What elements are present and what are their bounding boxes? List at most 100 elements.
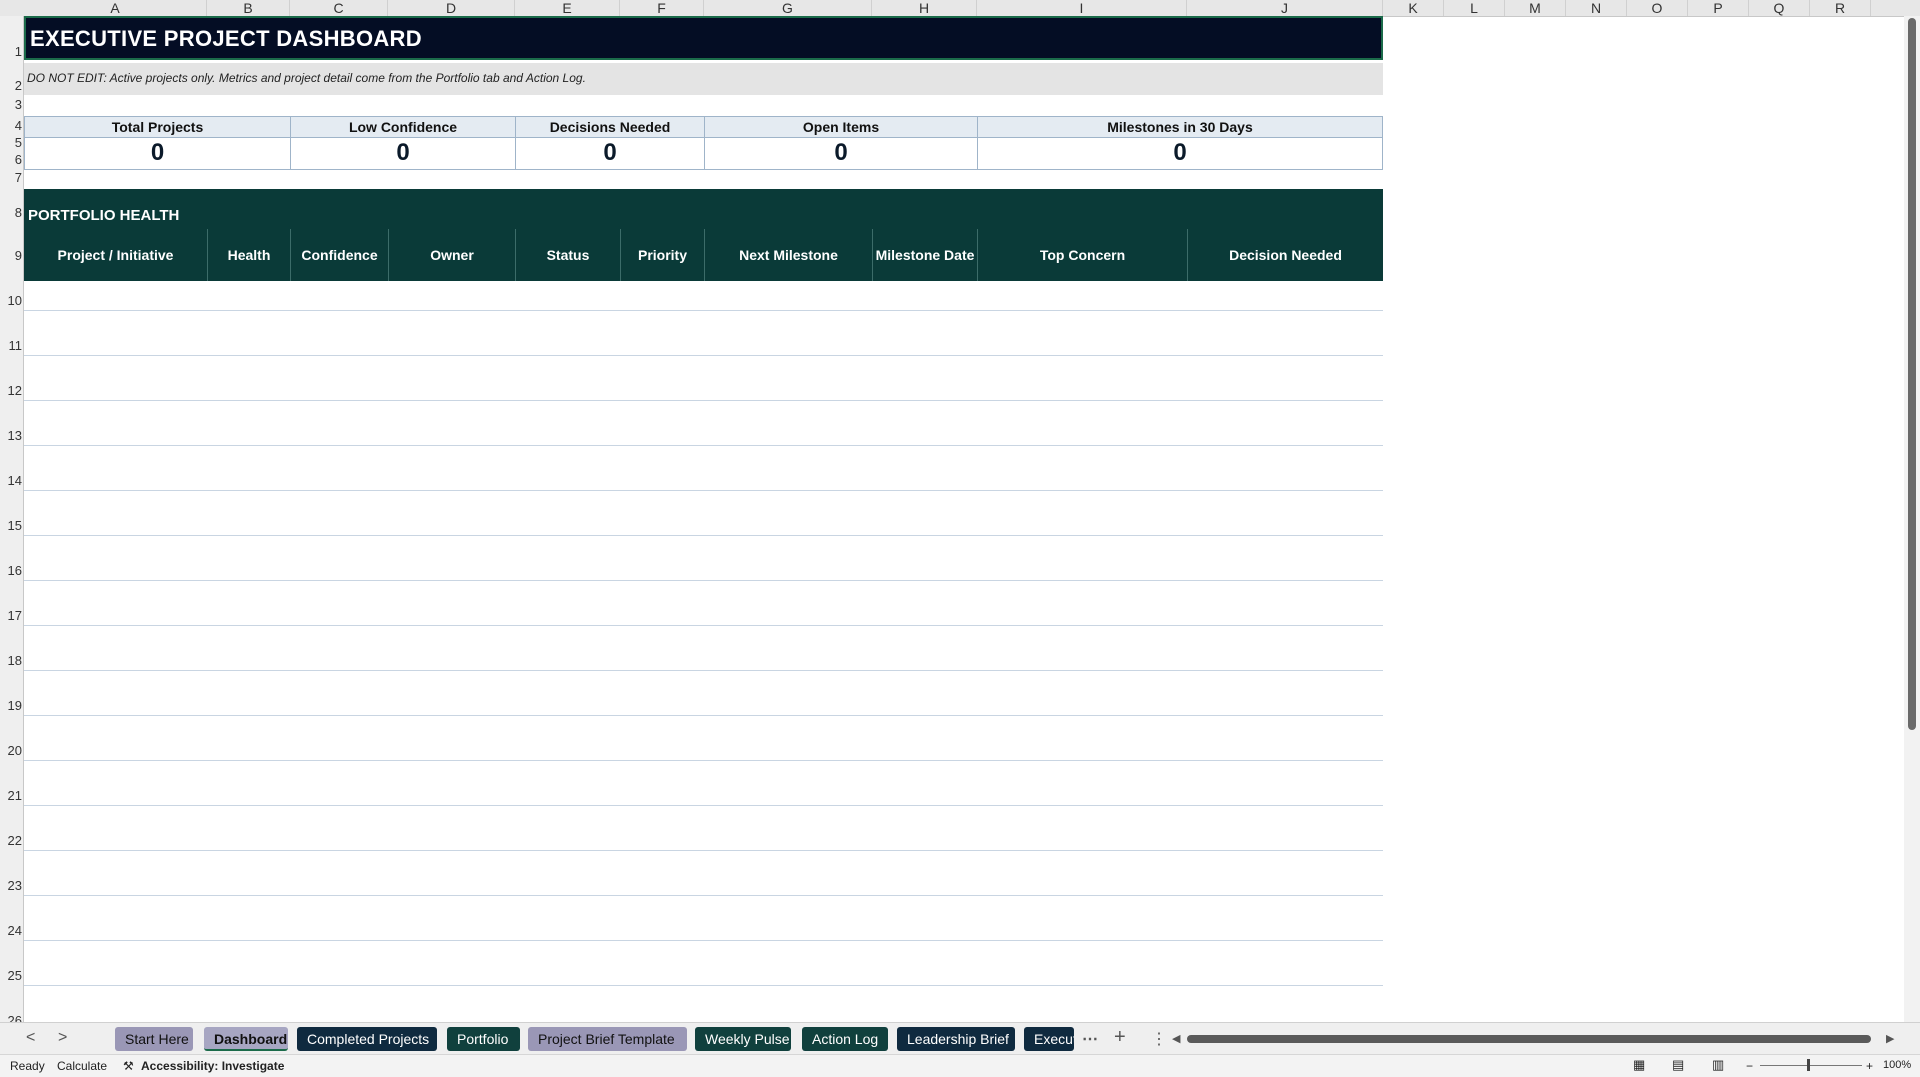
row-header[interactable]: 10 [0, 293, 23, 308]
status-ready: Ready [10, 1059, 45, 1073]
status-calculate[interactable]: Calculate [57, 1059, 107, 1073]
row-header[interactable]: 5 [0, 135, 23, 150]
row-header[interactable]: 8 [0, 205, 23, 220]
header-top-concern[interactable]: Top Concern [977, 229, 1187, 281]
horizontal-scroll-thumb[interactable] [1187, 1035, 1871, 1043]
header-priority[interactable]: Priority [620, 229, 704, 281]
row-header[interactable]: 26 [0, 1013, 23, 1022]
row-header[interactable]: 11 [0, 338, 23, 353]
tab-action-log[interactable]: Action Log [802, 1027, 888, 1051]
zoom-level[interactable]: 100% [1883, 1059, 1911, 1071]
row-header[interactable]: 25 [0, 968, 23, 983]
zoom-in-icon[interactable]: + [1866, 1059, 1873, 1073]
accessibility-icon[interactable]: ⚒ [123, 1059, 134, 1073]
sheet-options-icon[interactable]: ⋮ [1151, 1029, 1167, 1049]
tab-project-brief-template[interactable]: Project Brief Template [528, 1027, 687, 1051]
header-confidence[interactable]: Confidence [290, 229, 388, 281]
row-header[interactable]: 22 [0, 833, 23, 848]
row-header[interactable]: 24 [0, 923, 23, 938]
col-header-n[interactable]: N [1566, 0, 1627, 16]
worksheet-grid[interactable]: EXECUTIVE PROJECT DASHBOARD DO NOT EDIT:… [24, 16, 1906, 1022]
col-header-j[interactable]: J [1187, 0, 1383, 16]
header-health[interactable]: Health [207, 229, 290, 281]
more-tabs-icon[interactable]: ⋯ [1082, 1029, 1098, 1049]
col-header-h[interactable]: H [872, 0, 977, 16]
subtitle-cell[interactable]: DO NOT EDIT: Active projects only. Metri… [24, 63, 1383, 95]
tab-completed-projects[interactable]: Completed Projects [297, 1027, 437, 1051]
col-header-f[interactable]: F [620, 0, 704, 16]
page-layout-icon[interactable]: ▤ [1672, 1057, 1684, 1073]
row-header[interactable]: 3 [0, 97, 23, 112]
kpi-value: 0 [396, 139, 410, 166]
row-header[interactable]: 23 [0, 878, 23, 893]
col-header-d[interactable]: D [388, 0, 515, 16]
col-header-g[interactable]: G [704, 0, 872, 16]
zoom-slider-thumb[interactable] [1807, 1059, 1810, 1071]
kpi-milestones-30-days[interactable]: Milestones in 30 Days 0 [977, 116, 1383, 170]
header-milestone-date[interactable]: Milestone Date [872, 229, 977, 281]
accessibility-status[interactable]: Accessibility: Investigate [141, 1059, 284, 1073]
tab-leadership-brief[interactable]: Leadership Brief [897, 1027, 1015, 1051]
kpi-value: 0 [603, 139, 617, 166]
add-sheet-icon[interactable]: + [1114, 1026, 1126, 1049]
col-header-k[interactable]: K [1383, 0, 1444, 16]
tab-next-icon[interactable]: > [58, 1029, 67, 1047]
tab-portfolio[interactable]: Portfolio [447, 1027, 520, 1051]
normal-view-icon[interactable]: ▦ [1633, 1057, 1645, 1073]
col-header-l[interactable]: L [1444, 0, 1505, 16]
col-header-i[interactable]: I [977, 0, 1187, 16]
row-header[interactable]: 13 [0, 428, 23, 443]
col-header-e[interactable]: E [515, 0, 620, 16]
row-header[interactable]: 9 [0, 248, 23, 263]
page-break-icon[interactable]: ▥ [1712, 1057, 1724, 1073]
col-header-q[interactable]: Q [1749, 0, 1810, 16]
kpi-decisions-needed[interactable]: Decisions Needed 0 [515, 116, 705, 170]
zoom-out-icon[interactable]: − [1746, 1059, 1753, 1073]
col-header-a[interactable]: A [24, 0, 207, 16]
col-header-m[interactable]: M [1505, 0, 1566, 16]
row-header[interactable]: 14 [0, 473, 23, 488]
col-header-r[interactable]: R [1810, 0, 1871, 16]
row-header[interactable]: 7 [0, 170, 23, 185]
status-bar: Ready Calculate ⚒ Accessibility: Investi… [0, 1054, 1920, 1077]
row-header[interactable]: 17 [0, 608, 23, 623]
col-header-c[interactable]: C [290, 0, 388, 16]
row-header[interactable]: 18 [0, 653, 23, 668]
col-header-p[interactable]: P [1688, 0, 1749, 16]
header-decision-needed[interactable]: Decision Needed [1187, 229, 1383, 281]
zoom-slider[interactable] [1760, 1065, 1862, 1066]
kpi-label: Open Items [705, 117, 977, 138]
tab-start-here[interactable]: Start Here [115, 1027, 193, 1051]
row-header[interactable]: 16 [0, 563, 23, 578]
tab-prev-icon[interactable]: < [26, 1029, 35, 1047]
row-header[interactable]: 19 [0, 698, 23, 713]
sheet-tab-bar: < > Start Here Dashboard Completed Proje… [0, 1022, 1920, 1055]
row-header[interactable]: 20 [0, 743, 23, 758]
tab-dashboard[interactable]: Dashboard [204, 1027, 288, 1051]
kpi-open-items[interactable]: Open Items 0 [704, 116, 978, 170]
row-divider [24, 580, 1383, 581]
row-header-bar: 1 2 3 4 5 6 7 8 9 10 11 12 13 14 15 16 1… [0, 16, 24, 1022]
vertical-scrollbar[interactable] [1904, 16, 1920, 1022]
row-header[interactable]: 4 [0, 118, 23, 133]
dashboard-title-cell[interactable]: EXECUTIVE PROJECT DASHBOARD [24, 16, 1383, 60]
header-owner[interactable]: Owner [388, 229, 515, 281]
kpi-low-confidence[interactable]: Low Confidence 0 [290, 116, 516, 170]
tab-executive-truncated[interactable]: Execut [1024, 1027, 1074, 1051]
header-status[interactable]: Status [515, 229, 620, 281]
header-project[interactable]: Project / Initiative [24, 229, 207, 281]
vertical-scroll-thumb[interactable] [1908, 18, 1916, 730]
row-header[interactable]: 21 [0, 788, 23, 803]
header-next-milestone[interactable]: Next Milestone [704, 229, 872, 281]
kpi-total-projects[interactable]: Total Projects 0 [24, 116, 291, 170]
row-header[interactable]: 1 [0, 44, 23, 59]
row-header[interactable]: 2 [0, 78, 23, 93]
scroll-right-icon[interactable]: ▶ [1886, 1032, 1894, 1045]
row-header[interactable]: 6 [0, 152, 23, 167]
scroll-left-icon[interactable]: ◀ [1172, 1032, 1180, 1045]
col-header-o[interactable]: O [1627, 0, 1688, 16]
tab-weekly-pulse[interactable]: Weekly Pulse [695, 1027, 791, 1051]
row-header[interactable]: 12 [0, 383, 23, 398]
row-header[interactable]: 15 [0, 518, 23, 533]
col-header-b[interactable]: B [207, 0, 290, 16]
